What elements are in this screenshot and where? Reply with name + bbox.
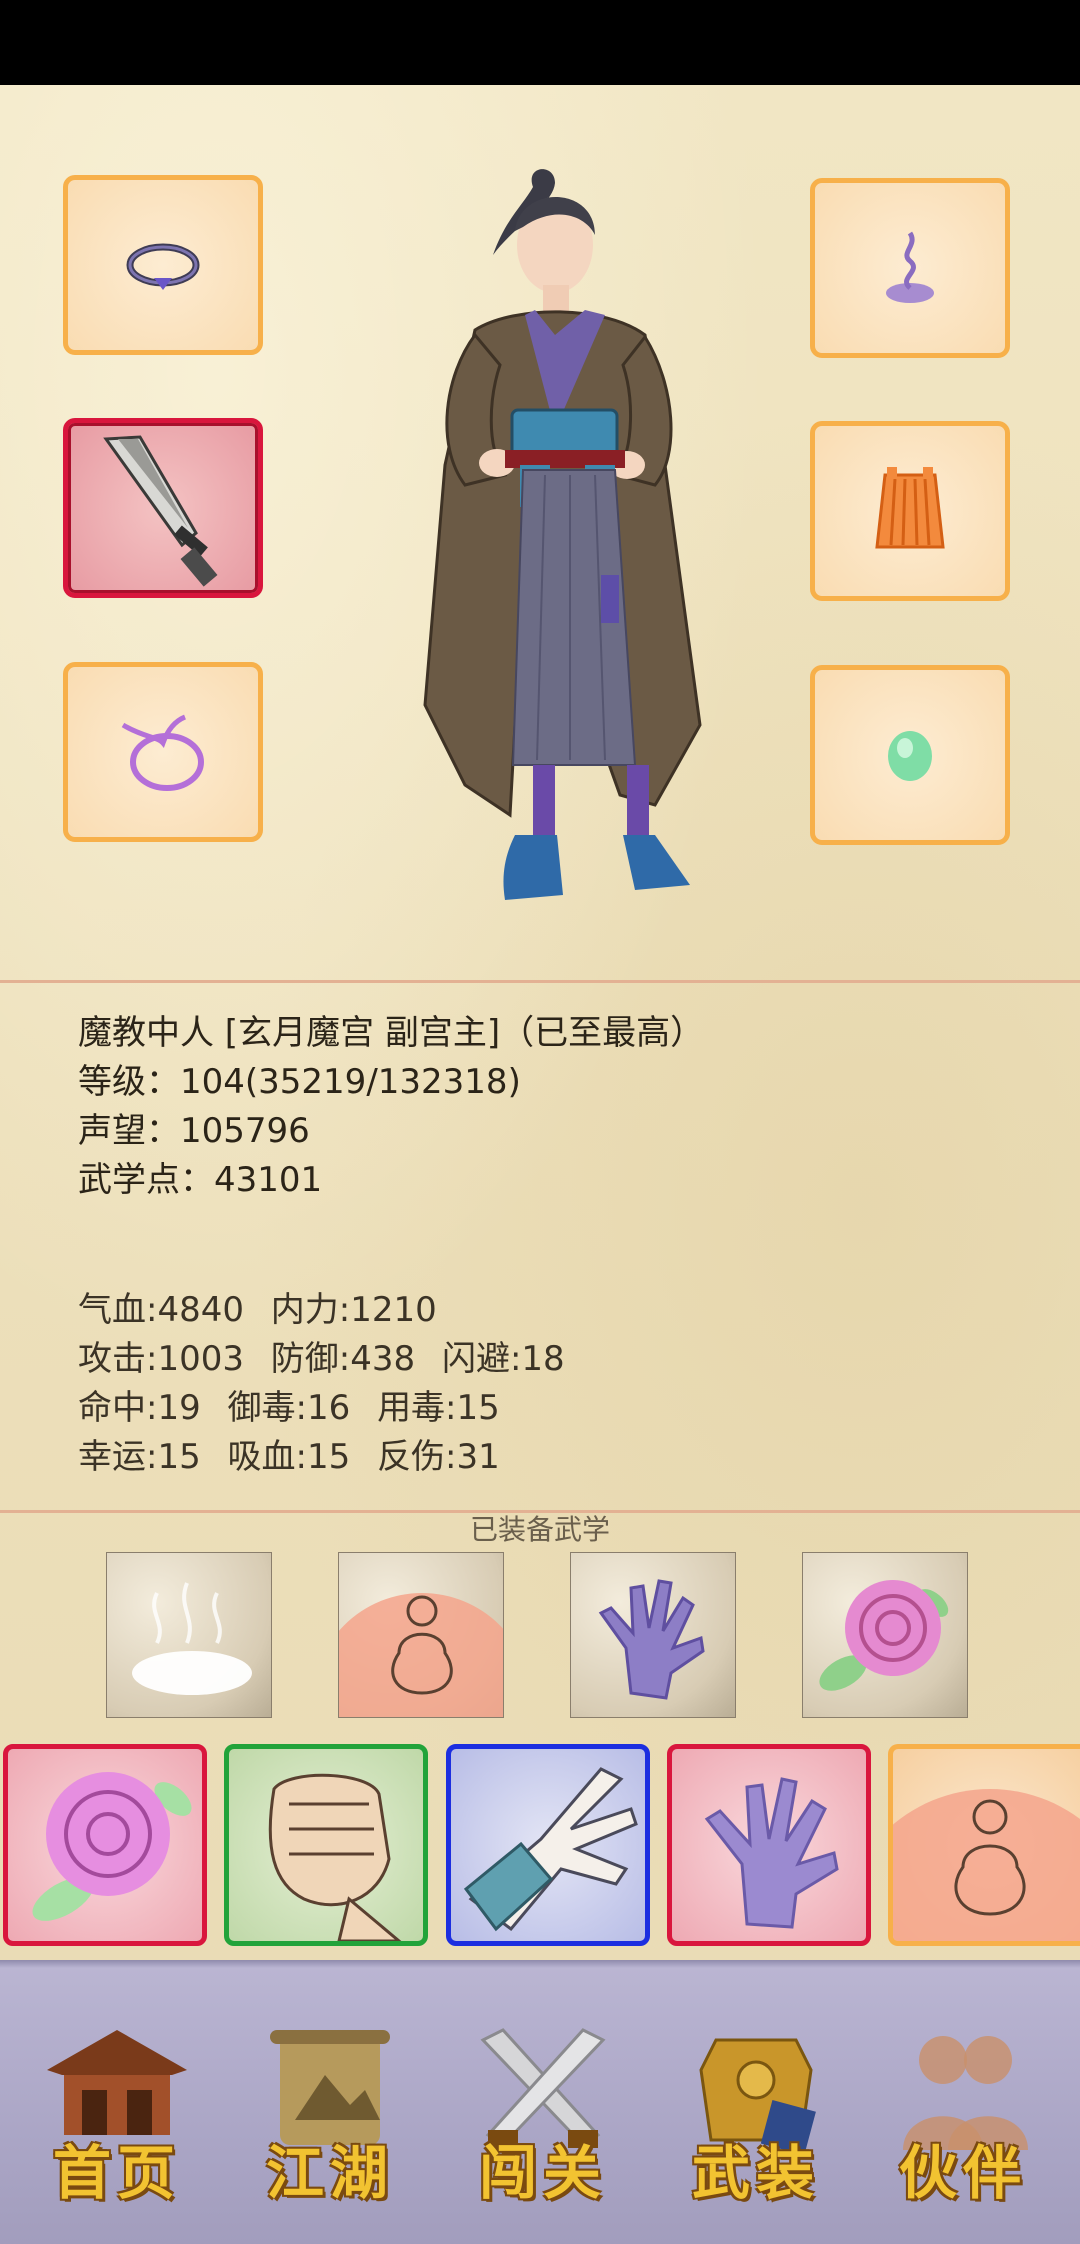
- equip-slot-jade[interactable]: [810, 665, 1010, 845]
- stat-reflect: 反伤:31: [377, 1437, 500, 1477]
- character-level: 等级：104(35219/132318): [78, 1062, 521, 1102]
- fist-icon: [268, 1773, 402, 1941]
- nav-armory-label: 武装: [691, 2139, 820, 2207]
- stat-luck: 幸运:15: [78, 1437, 201, 1477]
- stat-hit: 命中:19: [78, 1388, 201, 1428]
- stat-hp: 气血:4840: [78, 1290, 244, 1330]
- ring-icon: [126, 243, 200, 290]
- equip-slot-ring[interactable]: [63, 175, 263, 355]
- character-prestige: 声望：105796: [78, 1111, 310, 1151]
- mist-icon: [132, 1582, 252, 1695]
- armor-skirt-icon: [875, 467, 945, 549]
- stats-row-4: 幸运:15 吸血:15 反伤:31: [78, 1429, 516, 1478]
- purple-palm-icon: [598, 1579, 705, 1700]
- nav-partners-label: 伙伴: [898, 2139, 1027, 2207]
- nav-armory[interactable]: 武装: [661, 2020, 851, 2220]
- nav-jianghu-label: 江湖: [265, 2139, 394, 2207]
- skill-card-5[interactable]: [888, 1744, 1080, 1946]
- character-portrait: [423, 169, 702, 900]
- nav-jianghu[interactable]: 江湖: [235, 2020, 425, 2220]
- nav-partners[interactable]: 伙伴: [868, 2020, 1058, 2220]
- skill-card-1[interactable]: [3, 1744, 207, 1946]
- divider-top: [0, 980, 1080, 983]
- rose-icon: [819, 1580, 949, 1691]
- character-martial-points: 武学点：43101: [78, 1160, 323, 1200]
- stat-defense: 防御:438: [270, 1339, 416, 1379]
- purple-palm-icon: [704, 1777, 839, 1929]
- nav-challenge-label: 闯关: [478, 2139, 607, 2207]
- equipped-skill-2[interactable]: [338, 1552, 504, 1718]
- stats-row-3: 命中:19 御毒:16 用毒:15: [78, 1380, 516, 1429]
- blade-icon: [103, 435, 218, 587]
- incense-icon: [886, 231, 934, 303]
- stat-poison-use: 用毒:15: [377, 1388, 500, 1428]
- cord-icon: [121, 714, 204, 791]
- equipped-skill-4[interactable]: [802, 1552, 968, 1718]
- skill-card-3[interactable]: [446, 1744, 650, 1946]
- stat-dodge: 闪避:18: [441, 1339, 565, 1379]
- stats-row-2: 攻击:1003 防御:438 闪避:18: [78, 1331, 581, 1380]
- stat-inner-power: 内力:1210: [270, 1290, 437, 1330]
- skill-card-2[interactable]: [224, 1744, 428, 1946]
- stat-lifesteal: 吸血:15: [227, 1437, 351, 1477]
- jade-icon: [888, 731, 932, 781]
- rose-icon: [32, 1772, 192, 1921]
- character-title: 魔教中人 [玄月魔宫 副宫主]（已至最高）: [78, 1013, 705, 1053]
- status-bar: [0, 0, 1080, 85]
- stat-poison-resist: 御毒:16: [227, 1388, 351, 1428]
- skill-card-4[interactable]: [667, 1744, 871, 1946]
- stat-attack: 攻击:1003: [78, 1339, 244, 1379]
- claw-icon: [463, 1767, 638, 1932]
- equip-slot-incense[interactable]: [810, 178, 1010, 358]
- meditation-icon: [893, 1789, 1080, 1941]
- equipped-skills-label: 已装备武学: [469, 1513, 610, 1546]
- equipped-skill-1[interactable]: [106, 1552, 272, 1718]
- nav-challenge[interactable]: 闯关: [448, 2020, 638, 2220]
- equip-slot-cord[interactable]: [63, 662, 263, 842]
- nav-home-label: 首页: [52, 2139, 181, 2207]
- stats-row-1: 气血:4840 内力:1210: [78, 1282, 453, 1331]
- equipped-skill-3[interactable]: [570, 1552, 736, 1718]
- equip-slot-armor[interactable]: [810, 421, 1010, 601]
- meditation-icon: [339, 1593, 503, 1717]
- equip-slot-weapon[interactable]: [63, 418, 263, 598]
- nav-home[interactable]: 首页: [22, 2020, 212, 2220]
